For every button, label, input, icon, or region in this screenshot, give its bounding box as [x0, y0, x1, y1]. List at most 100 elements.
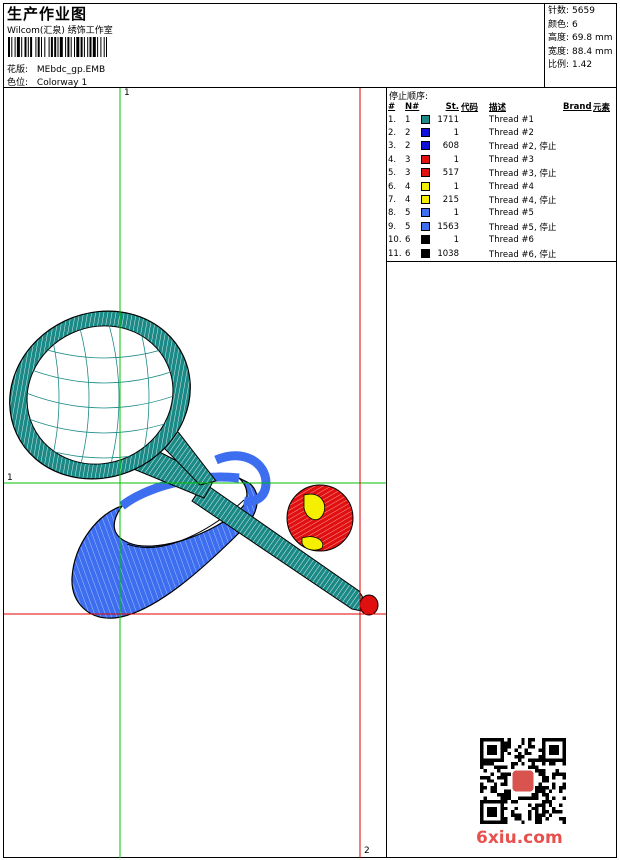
colorway-line: 色位: Colorway 1	[7, 75, 87, 88]
thread-index: 1.	[388, 114, 397, 125]
thread-element	[593, 153, 610, 166]
stat-row: 颜色: 6	[548, 19, 612, 33]
thread-stitches: 1563	[437, 221, 459, 232]
thread-row: 11. 6 1038 Thread #6, 停止	[388, 247, 610, 260]
thread-swatch	[421, 167, 433, 180]
thread-code	[461, 126, 489, 139]
thread-row: 9. 5 1563 Thread #5, 停止	[388, 220, 610, 233]
thread-code	[461, 167, 489, 180]
stat-label: 高度:	[548, 33, 570, 43]
col-header-stitches: St.	[445, 102, 459, 112]
thread-brand	[563, 113, 593, 126]
table-divider	[386, 261, 617, 262]
thread-brand	[563, 153, 593, 166]
color-swatch	[421, 195, 430, 205]
thread-row: 10. 6 1 Thread #6	[388, 234, 610, 247]
thread-description: Thread #1	[489, 114, 534, 125]
guide-marker-v1: 1	[124, 88, 130, 98]
thread-needle: 4	[405, 181, 411, 192]
thread-brand	[563, 247, 593, 260]
embroidery-design	[4, 88, 386, 858]
col-header-needle: N#	[405, 102, 420, 112]
thread-swatch	[421, 126, 433, 139]
thread-stitches: 517	[442, 168, 459, 179]
color-swatch	[421, 141, 430, 151]
thread-swatch	[421, 153, 433, 166]
design-label: 花版:	[7, 65, 29, 75]
thread-needle: 6	[405, 235, 411, 246]
thread-stitches: 1	[453, 235, 459, 246]
col-header-description: 描述	[489, 103, 507, 113]
thread-element	[593, 140, 610, 153]
color-swatch	[421, 235, 430, 245]
thread-row: 1. 1 1711 Thread #1	[388, 113, 610, 126]
page-title: 生产作业图	[7, 5, 88, 23]
thread-row: 7. 4 215 Thread #4, 停止	[388, 193, 610, 206]
thread-needle: 5	[405, 221, 411, 232]
thread-description: Thread #2, 停止	[489, 142, 557, 153]
thread-code	[461, 234, 489, 247]
thread-stitches: 1711	[437, 114, 459, 125]
thread-stitches: 1	[453, 128, 459, 139]
design-stats: 针数: 5659 颜色: 6 高度: 69.8 mm 宽度: 88.4 mm 比例: 1.42	[548, 5, 612, 73]
thread-needle: 4	[405, 195, 411, 206]
thread-brand	[563, 234, 593, 247]
thread-swatch	[421, 140, 433, 153]
col-header-index: #	[388, 102, 396, 112]
thread-description: Thread #4, 停止	[489, 196, 557, 207]
seal-icon	[512, 770, 534, 792]
thread-description: Thread #2	[489, 128, 534, 139]
color-swatch	[421, 154, 430, 164]
thread-element	[593, 220, 610, 233]
stat-row: 针数: 5659	[548, 5, 612, 19]
guide-marker-v2: 2	[364, 846, 370, 856]
stat-value: 1.42	[572, 60, 593, 70]
color-swatch	[421, 168, 430, 178]
thread-table-header: # N# St. 代码 描述 Brand 元素	[388, 101, 610, 113]
stat-row: 比例: 1.42	[548, 59, 612, 73]
thread-description: Thread #3, 停止	[489, 169, 557, 180]
thread-swatch	[421, 220, 433, 233]
col-header-brand: Brand	[563, 102, 592, 112]
thread-element	[593, 180, 610, 193]
color-swatch	[421, 128, 430, 138]
design-file-name: MEbdc_gp.EMB	[36, 65, 106, 75]
thread-row: 6. 4 1 Thread #4	[388, 180, 610, 193]
site-watermark: 6xiu.com	[476, 828, 563, 848]
thread-code	[461, 140, 489, 153]
color-swatch	[421, 181, 430, 191]
design-file-line: 花版: MEbdc_gp.EMB	[7, 62, 105, 75]
thread-needle: 2	[405, 128, 411, 139]
thread-brand	[563, 207, 593, 220]
thread-description: Thread #5	[489, 208, 534, 219]
thread-row: 5. 3 517 Thread #3, 停止	[388, 167, 610, 180]
thread-index: 9.	[388, 221, 397, 232]
thread-description: Thread #5, 停止	[489, 222, 557, 233]
col-header-element: 元素	[593, 103, 611, 113]
stat-label: 比例:	[548, 60, 570, 70]
guide-marker-h1: 1	[7, 473, 13, 483]
thread-element	[593, 193, 610, 206]
thread-element	[593, 207, 610, 220]
stat-label: 宽度:	[548, 46, 570, 57]
thread-swatch	[421, 234, 433, 247]
thread-brand	[563, 126, 593, 139]
thread-description: Thread #4	[489, 181, 534, 192]
color-swatch	[421, 114, 430, 124]
page-subtitle: Wilcom(汇泉) 绣饰工作室	[7, 26, 113, 36]
thread-needle: 2	[405, 141, 411, 152]
thread-code	[461, 180, 489, 193]
thread-element	[593, 247, 610, 260]
thread-element	[593, 126, 610, 139]
thread-code	[461, 220, 489, 233]
thread-brand	[563, 193, 593, 206]
thread-index: 2.	[388, 128, 397, 139]
thread-needle: 3	[405, 154, 411, 165]
thread-swatch	[421, 180, 433, 193]
thread-row: 8. 5 1 Thread #5	[388, 207, 610, 220]
thread-swatch	[421, 113, 433, 126]
thread-brand	[563, 220, 593, 233]
thread-index: 4.	[388, 154, 397, 165]
thread-row: 2. 2 1 Thread #2	[388, 126, 610, 139]
thread-code	[461, 247, 489, 260]
